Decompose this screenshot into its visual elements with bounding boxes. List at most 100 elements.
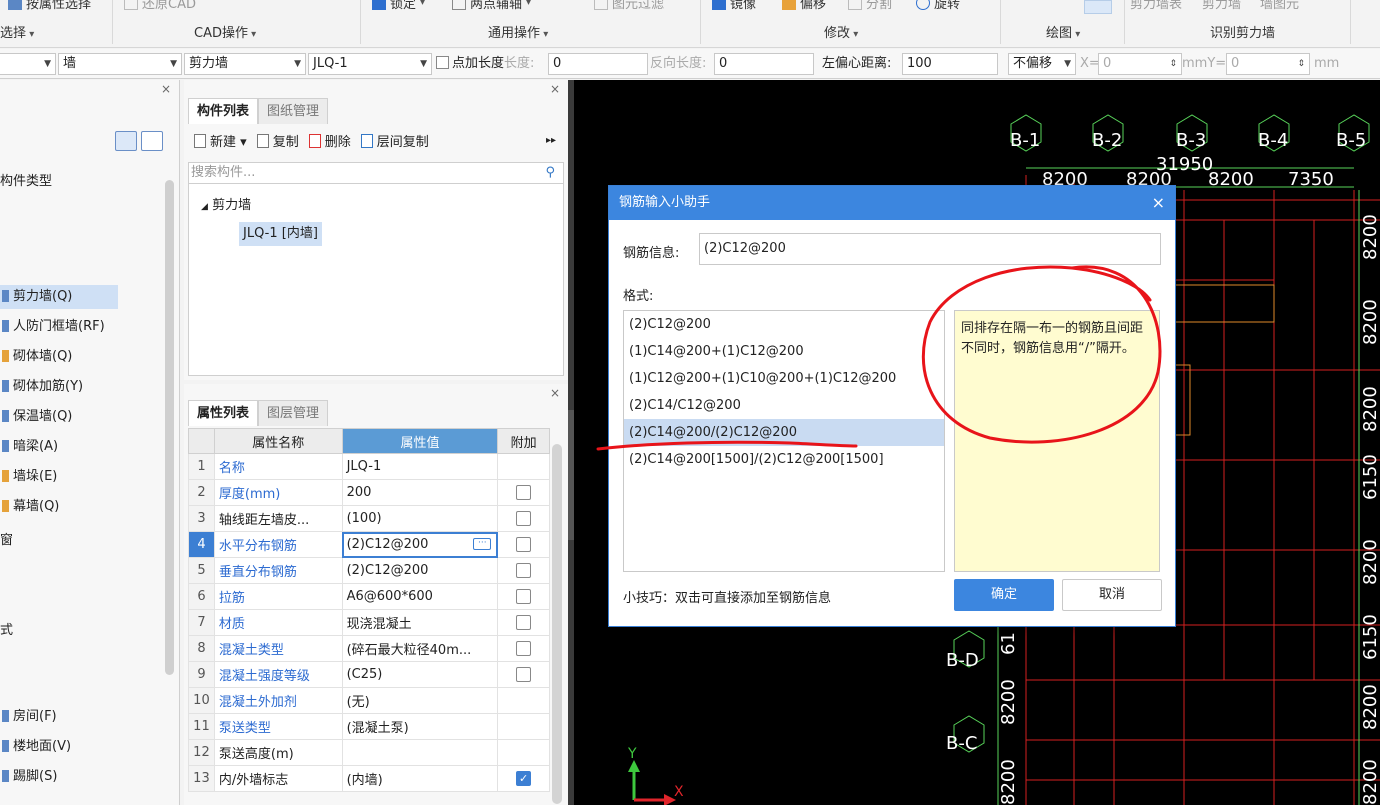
close-icon[interactable]: ×: [1152, 186, 1165, 220]
property-row[interactable]: 8 混凝土类型 (碎石最大粒径40m...: [188, 635, 550, 662]
floor-select[interactable]: ▼: [0, 53, 56, 75]
tab-component-list[interactable]: 构件列表: [188, 98, 259, 124]
format-option[interactable]: (2)C14@200/(2)C12@200: [624, 419, 944, 446]
property-row[interactable]: 6 拉筋 A6@600*600: [188, 583, 550, 610]
left-offset-input[interactable]: 100: [902, 53, 998, 75]
group-draw[interactable]: 绘图: [1046, 22, 1080, 41]
close-icon[interactable]: ×: [161, 82, 171, 96]
checkbox-icon[interactable]: [516, 641, 532, 656]
tree-item-skirting[interactable]: 踢脚(S): [0, 765, 118, 789]
checkbox-icon[interactable]: [516, 589, 532, 604]
draw-tool-icon[interactable]: [1084, 0, 1112, 14]
rebar-info-input[interactable]: (2)C12@200: [699, 233, 1161, 265]
search-input[interactable]: 搜索构件... ⚲: [188, 162, 564, 184]
attribute-value[interactable]: 现浇混凝土: [341, 609, 499, 636]
checkbox-icon[interactable]: [516, 485, 532, 500]
cancel-button[interactable]: 取消: [1062, 579, 1162, 611]
property-row[interactable]: 7 材质 现浇混凝土: [188, 609, 550, 636]
more-options-icon[interactable]: ···: [473, 538, 492, 550]
wall-element-button[interactable]: 墙图元: [1260, 0, 1299, 12]
checkbox-icon[interactable]: [516, 563, 532, 578]
property-row[interactable]: 4 水平分布钢筋 (2)C12@200 ···: [188, 531, 550, 558]
card-view-icon[interactable]: [141, 131, 163, 151]
format-option[interactable]: (1)C12@200+(1)C10@200+(1)C12@200: [624, 365, 944, 392]
checkbox-icon[interactable]: [516, 511, 532, 526]
more-icon[interactable]: ▸▸: [546, 135, 556, 146]
format-option[interactable]: (2)C14@200[1500]/(2)C12@200[1500]: [624, 446, 944, 473]
property-row[interactable]: 5 垂直分布钢筋 (2)C12@200: [188, 557, 550, 584]
group-modify[interactable]: 修改: [824, 22, 858, 41]
property-row[interactable]: 13 内/外墙标志 (内墙) ✓: [188, 765, 550, 792]
shear-wall-table-button[interactable]: 剪力墙表: [1130, 0, 1182, 12]
format-option[interactable]: (2)C12@200: [624, 311, 944, 338]
group-cad-ops[interactable]: CAD操作: [194, 22, 256, 41]
offset-mode-select[interactable]: 不偏移 ▼: [1008, 53, 1076, 75]
tree-node-shear-wall[interactable]: ◢ 剪力墙: [201, 194, 251, 213]
attribute-value[interactable]: [341, 739, 499, 766]
attribute-value[interactable]: (C25): [341, 661, 499, 688]
group-common-ops[interactable]: 通用操作: [488, 22, 548, 41]
property-row[interactable]: 1 名称 JLQ-1: [188, 453, 550, 480]
checkbox-icon[interactable]: [516, 667, 532, 682]
attribute-value[interactable]: 200: [341, 479, 499, 506]
property-row[interactable]: 3 轴线距左墙皮... (100): [188, 505, 550, 532]
attribute-value[interactable]: (无): [341, 687, 499, 714]
tree-item-curtain-wall[interactable]: 幕墙(Q): [0, 495, 118, 519]
tree-item-room[interactable]: 房间(F): [0, 705, 118, 729]
new-button[interactable]: 新建 ▾: [194, 131, 247, 150]
reverse-length-input[interactable]: 0: [714, 53, 814, 75]
tree-item-insulation-wall[interactable]: 保温墙(Q): [0, 405, 118, 429]
lock-button[interactable]: 锁定: [372, 0, 425, 12]
y-input[interactable]: 0 ⇕: [1226, 53, 1310, 75]
attribute-value[interactable]: (2)C12@200: [341, 557, 499, 584]
scrollbar[interactable]: [552, 444, 562, 804]
delete-button[interactable]: 删除: [308, 131, 351, 150]
search-icon[interactable]: ⚲: [545, 163, 555, 183]
floor-copy-button[interactable]: 层间复制: [360, 131, 429, 150]
tree-item-hidden-beam[interactable]: 暗梁(A): [0, 435, 118, 459]
property-row[interactable]: 10 混凝土外加剂 (无): [188, 687, 550, 714]
filter-button[interactable]: 图元过滤: [594, 0, 664, 12]
attribute-value[interactable]: (2)C12@200 ···: [341, 531, 499, 558]
property-row[interactable]: 11 泵送类型 (混凝土泵): [188, 713, 550, 740]
close-icon[interactable]: ×: [550, 386, 560, 400]
property-row[interactable]: 12 泵送高度(m): [188, 739, 550, 766]
property-row[interactable]: 2 厚度(mm) 200: [188, 479, 550, 506]
mirror-button[interactable]: 镜像: [712, 0, 756, 12]
ok-button[interactable]: 确定: [954, 579, 1054, 611]
checkbox-icon[interactable]: [516, 615, 532, 630]
split-button[interactable]: 分割: [848, 0, 892, 12]
attribute-value[interactable]: (内墙): [341, 765, 499, 792]
x-input[interactable]: 0 ⇕: [1098, 53, 1182, 75]
copy-button[interactable]: 复制: [256, 131, 299, 150]
tree-item-wall-pier[interactable]: 墙垛(E): [0, 465, 118, 489]
list-view-icon[interactable]: [115, 131, 137, 151]
format-option[interactable]: (2)C14/C12@200: [624, 392, 944, 419]
tree-item-shear-wall[interactable]: 剪力墙(Q): [0, 285, 118, 309]
tab-property-list[interactable]: 属性列表: [188, 400, 259, 426]
select-by-attribute-button[interactable]: 按属性选择: [8, 0, 91, 12]
attribute-value[interactable]: JLQ-1: [341, 453, 499, 480]
scrollbar[interactable]: [165, 180, 174, 675]
group-select[interactable]: 选择: [0, 22, 34, 41]
shear-wall-button[interactable]: 剪力墙: [1202, 0, 1241, 12]
spinner-icon[interactable]: ⇕: [1297, 54, 1305, 74]
tree-item-masonry-rebar[interactable]: 砌体加筋(Y): [0, 375, 118, 399]
tree-item-masonry-wall[interactable]: 砌体墙(Q): [0, 345, 118, 369]
collapse-icon[interactable]: ◢: [201, 202, 208, 212]
restore-cad-button[interactable]: 还原CAD: [124, 0, 196, 12]
attribute-value[interactable]: A6@600*600: [341, 583, 499, 610]
attribute-value[interactable]: (混凝土泵): [341, 713, 499, 740]
checkbox-icon[interactable]: ✓: [516, 771, 532, 786]
property-row[interactable]: 9 混凝土强度等级 (C25): [188, 661, 550, 688]
tab-layer-management[interactable]: 图层管理: [258, 400, 329, 426]
length-input[interactable]: 0: [548, 53, 648, 75]
rotate-button[interactable]: 旋转: [916, 0, 960, 12]
attribute-value[interactable]: (100): [341, 505, 499, 532]
tree-node-jlq1[interactable]: JLQ-1 [内墙]: [239, 222, 322, 246]
point-length-checkbox[interactable]: 点加长度长度:: [436, 53, 534, 75]
format-option[interactable]: (1)C14@200+(1)C12@200: [624, 338, 944, 365]
checkbox-icon[interactable]: [516, 537, 532, 552]
tab-drawing-management[interactable]: 图纸管理: [258, 98, 329, 124]
component-select[interactable]: JLQ-1 ▼: [308, 53, 432, 75]
